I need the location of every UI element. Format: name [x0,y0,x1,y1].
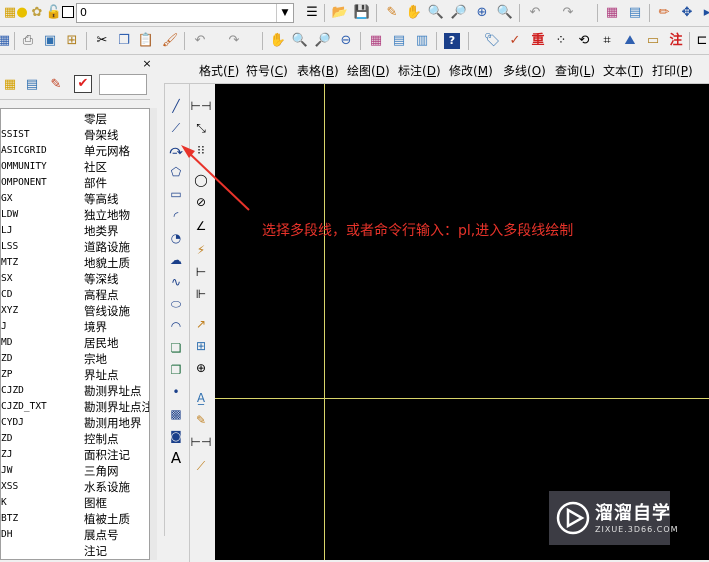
annotation-text: 选择多段线，或者命令行输入：pl,进入多段线绘制 [262,223,574,239]
watermark: 溜溜自学 ZIXUE.3D66.COM [549,491,678,545]
watermark-title: 溜溜自学 [595,503,671,524]
play-logo-icon [556,501,590,535]
watermark-url: ZIXUE.3D66.COM [595,525,679,534]
annotation-arrow [181,145,250,211]
